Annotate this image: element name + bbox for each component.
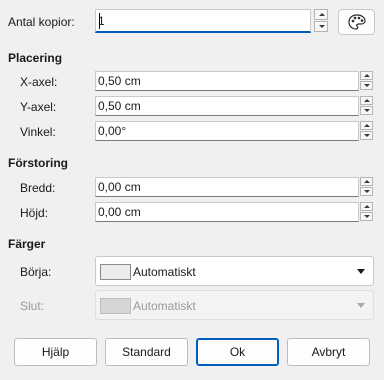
x-axis-label: X-axel: — [20, 75, 58, 89]
start-color-dropdown[interactable]: Automatiskt — [95, 256, 374, 286]
color-swatch — [100, 298, 131, 314]
color-swatch — [100, 264, 131, 280]
spin-up-icon[interactable] — [360, 71, 373, 80]
text-cursor — [99, 13, 100, 29]
chevron-down-icon — [357, 303, 365, 308]
end-color-dropdown: Automatiskt — [95, 290, 374, 320]
spin-up-icon[interactable] — [360, 96, 373, 105]
end-color-value: Automatiskt — [133, 299, 196, 313]
spin-down-icon[interactable] — [360, 81, 373, 90]
y-axis-field[interactable]: 0,50 cm — [95, 96, 359, 116]
copies-input[interactable]: 1 — [95, 9, 311, 33]
x-axis-spinner[interactable] — [360, 71, 373, 91]
y-axis-spinner[interactable] — [360, 96, 373, 116]
angle-label: Vinkel: — [20, 125, 56, 139]
spin-down-icon[interactable] — [360, 212, 373, 221]
x-axis-value: 0,50 cm — [98, 74, 141, 88]
copies-label: Antal kopior: — [8, 15, 75, 29]
width-field[interactable]: 0,00 cm — [95, 177, 359, 197]
spin-up-icon[interactable] — [360, 202, 373, 211]
start-color-value: Automatiskt — [133, 265, 196, 279]
height-spinner[interactable] — [360, 202, 373, 222]
angle-value: 0,00° — [98, 124, 127, 138]
width-label: Bredd: — [20, 181, 56, 195]
spin-down-icon[interactable] — [360, 106, 373, 115]
chevron-down-icon — [357, 269, 365, 274]
spin-up-icon[interactable] — [360, 121, 373, 130]
width-value: 0,00 cm — [98, 180, 141, 194]
ok-button[interactable]: Ok — [196, 338, 279, 366]
x-axis-field[interactable]: 0,50 cm — [95, 71, 359, 91]
y-axis-value: 0,50 cm — [98, 99, 141, 113]
end-color-label: Slut: — [20, 299, 45, 313]
spin-up-icon[interactable] — [314, 9, 328, 20]
spin-down-icon[interactable] — [360, 131, 373, 140]
enlargement-heading: Förstoring — [8, 156, 68, 170]
placement-heading: Placering — [8, 51, 63, 65]
height-field[interactable]: 0,00 cm — [95, 202, 359, 222]
height-label: Höjd: — [20, 206, 49, 220]
angle-field[interactable]: 0,00° — [95, 121, 359, 141]
width-spinner[interactable] — [360, 177, 373, 197]
standard-button[interactable]: Standard — [105, 338, 188, 366]
copies-spinner[interactable] — [314, 9, 328, 33]
palette-button[interactable] — [338, 9, 375, 35]
cancel-button[interactable]: Avbryt — [287, 338, 370, 366]
y-axis-label: Y-axel: — [20, 100, 57, 114]
spin-down-icon[interactable] — [360, 187, 373, 196]
spin-up-icon[interactable] — [360, 177, 373, 186]
angle-spinner[interactable] — [360, 121, 373, 141]
help-button[interactable]: Hjälp — [14, 338, 97, 366]
height-value: 0,00 cm — [98, 205, 141, 219]
start-color-label: Börja: — [20, 265, 52, 279]
colors-heading: Färger — [8, 237, 46, 251]
palette-icon — [348, 14, 366, 30]
spin-down-icon[interactable] — [314, 21, 328, 32]
